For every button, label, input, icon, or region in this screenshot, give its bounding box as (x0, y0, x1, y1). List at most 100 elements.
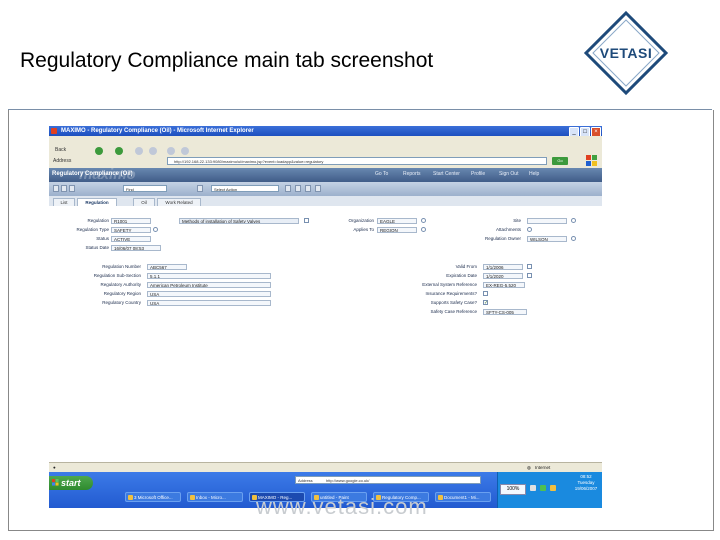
regulatory-region-field[interactable]: USA (147, 291, 271, 297)
site-lookup-icon[interactable] (571, 218, 576, 223)
supports-safety-case-checkbox[interactable]: ✓ (483, 300, 488, 306)
logo-text: VETASI (600, 45, 653, 61)
regulation-sub-section-field[interactable]: 5.1.1 (147, 273, 271, 279)
insurance-requirements-label: Insurance Requirements? (425, 291, 477, 296)
maximo-toolbar: Find Select Action (49, 182, 602, 196)
regulation-type-lookup-icon[interactable] (153, 227, 158, 232)
long-description-checkbox[interactable] (304, 218, 309, 223)
tab-list[interactable]: List (53, 198, 75, 206)
safety-case-reference-field[interactable]: SFTY-CS-005 (483, 309, 527, 315)
regulation-form: Regulation R1001 Methods of installation… (49, 206, 602, 466)
regulatory-country-field[interactable]: USA (147, 300, 271, 306)
bulletin-icon[interactable] (285, 185, 291, 192)
supports-safety-case-label: Supports Safety Case? (430, 300, 477, 305)
applies-to-lookup-icon[interactable] (421, 227, 426, 232)
regulation-number-label: Regulation Number (102, 264, 141, 269)
site-field[interactable] (527, 218, 567, 224)
select-action-dropdown[interactable]: Select Action (211, 185, 279, 192)
windows-flag-icon (586, 155, 597, 166)
nav-profile[interactable]: Profile (471, 171, 485, 177)
organization-field[interactable]: EAGLE (377, 218, 417, 224)
start-label: start (61, 478, 81, 488)
task-item-label: Document1 - Mi... (444, 495, 480, 500)
expiration-date-calendar-icon[interactable] (527, 273, 532, 278)
start-button[interactable]: start (49, 476, 93, 490)
tab-regulation[interactable]: Regulation (77, 198, 117, 206)
regulation-owner-field[interactable]: WILSON (527, 236, 567, 242)
browser-title-bar: MAXIMO - Regulatory Compliance (Oil) - M… (49, 126, 602, 137)
previous-icon[interactable] (295, 185, 301, 192)
screenshot: MAXIMO - Regulatory Compliance (Oil) - M… (49, 126, 602, 508)
refresh-icon[interactable] (149, 147, 157, 155)
forward-icon[interactable] (115, 147, 123, 155)
back-label[interactable]: Back (55, 147, 66, 153)
nav-reports[interactable]: Reports (403, 171, 421, 177)
safety-case-reference-label: Safety Case Reference (430, 309, 477, 314)
regulatory-country-label: Regulatory Country (102, 300, 141, 305)
nav-goto[interactable]: Go To (375, 171, 388, 177)
find-icon[interactable] (197, 185, 203, 192)
applies-to-label: Applies To (353, 227, 374, 232)
nav-start-center[interactable]: Start Center (433, 171, 460, 177)
task-item-word[interactable]: Document1 - Mi... (435, 492, 491, 502)
regulatory-authority-label: Regulatory Authority (100, 282, 141, 287)
regulation-field[interactable]: R1001 (111, 218, 151, 224)
stop-icon[interactable] (135, 147, 143, 155)
save-icon[interactable] (53, 185, 59, 192)
task-item-label: 3 Microsoft Office... (134, 495, 173, 500)
app-title: Regulatory Compliance (Oil) (52, 171, 133, 177)
regulation-number-field[interactable]: ABC567 (147, 264, 187, 270)
status-date-field: 16/06/07 08:53 (111, 245, 161, 251)
tab-work-related[interactable]: Work Related (157, 198, 201, 206)
valid-from-calendar-icon[interactable] (527, 264, 532, 269)
applies-to-field[interactable]: REGION (377, 227, 417, 233)
attachments-icon[interactable] (527, 227, 532, 232)
task-item-office[interactable]: 3 Microsoft Office... (125, 492, 181, 502)
organization-lookup-icon[interactable] (421, 218, 426, 223)
regulatory-region-label: Regulatory Region (103, 291, 141, 296)
status-label: Status (96, 236, 109, 241)
clock: 08:52 Tuesday 19/06/2007 (570, 474, 602, 492)
regulation-owner-label: Regulation Owner (484, 236, 521, 241)
next-icon[interactable] (305, 185, 311, 192)
watermark: www.vetasi.com (256, 494, 428, 519)
find-input[interactable]: Find (123, 185, 167, 192)
nav-help[interactable]: Help (529, 171, 539, 177)
status-field: ACTIVE (111, 236, 151, 242)
attachments-label: Attachments (495, 227, 521, 232)
search-icon[interactable] (181, 147, 189, 155)
regulatory-authority-field[interactable]: American Petroleum Institute (147, 282, 271, 288)
insurance-requirements-checkbox[interactable] (483, 291, 488, 296)
maximo-header: maximo Regulatory Compliance (Oil) Go To… (49, 166, 602, 183)
office-icon (128, 495, 133, 500)
new-icon[interactable] (61, 185, 67, 192)
tab-oil[interactable]: Oil (133, 198, 155, 206)
browser-menu-bar (49, 136, 602, 144)
go-button[interactable]: Go (552, 157, 568, 165)
task-item-inbox[interactable]: Inbox - Micro... (187, 492, 243, 502)
volume-icon[interactable] (530, 485, 536, 491)
taskbar-address-input[interactable]: Address http://www.google.co.uk/ (295, 476, 481, 484)
regulation-description-field[interactable]: Methods of installation of Safety Valves (179, 218, 299, 224)
back-icon[interactable] (95, 147, 103, 155)
address-input[interactable]: http://192.168.22.133:9080/maximo/ui/max… (167, 157, 547, 165)
home-icon[interactable] (167, 147, 175, 155)
regulation-owner-lookup-icon[interactable] (571, 236, 576, 241)
slide-title: Regulatory Compliance main tab screensho… (20, 49, 434, 72)
nav-sign-out[interactable]: Sign Out (499, 171, 518, 177)
zoom-level[interactable]: 100% (500, 484, 526, 495)
valid-from-field[interactable]: 1/1/2006 (483, 264, 523, 270)
windows-flag-icon (52, 479, 59, 486)
status-date-label: Status Date (85, 245, 109, 250)
taskbar-address-value: http://www.google.co.uk/ (326, 478, 370, 483)
regulation-type-label: Regulation Type (76, 227, 109, 232)
security-icon[interactable] (550, 485, 556, 491)
regulation-type-field[interactable]: SAFETY (111, 227, 151, 233)
valid-from-label: Valid From (455, 264, 477, 269)
external-system-reference-field[interactable]: EX-REG-5.520 (483, 282, 525, 288)
print-icon[interactable] (69, 185, 75, 192)
network-icon[interactable] (540, 485, 546, 491)
site-label: Site (513, 218, 521, 223)
expiration-date-field[interactable]: 1/1/2020 (483, 273, 523, 279)
workflow-icon[interactable] (315, 185, 321, 192)
